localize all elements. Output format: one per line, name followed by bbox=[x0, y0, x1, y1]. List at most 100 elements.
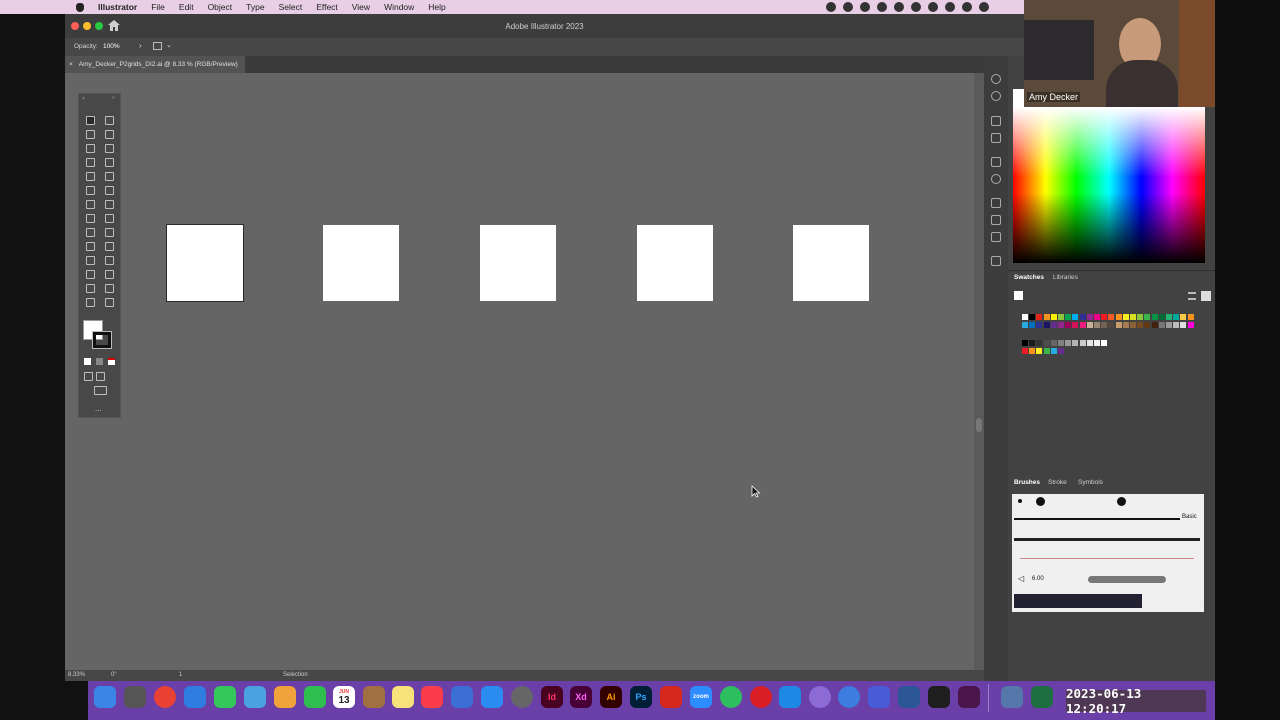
swatch[interactable] bbox=[1101, 314, 1108, 320]
swatch[interactable] bbox=[1101, 322, 1108, 328]
search-icon[interactable] bbox=[979, 2, 989, 12]
scroll-thumb[interactable] bbox=[976, 418, 982, 432]
creative-cloud-icon[interactable] bbox=[826, 2, 836, 12]
export-icon[interactable] bbox=[991, 256, 1001, 266]
rotation-value[interactable]: 0° bbox=[111, 672, 117, 678]
canvas[interactable] bbox=[65, 73, 974, 670]
downloads-icon[interactable] bbox=[1001, 686, 1023, 708]
swatch[interactable] bbox=[1094, 314, 1100, 320]
shape-builder-tool-icon[interactable] bbox=[86, 228, 95, 237]
xd-icon[interactable]: Xd bbox=[570, 686, 592, 708]
swatch[interactable] bbox=[1072, 314, 1079, 320]
brush-calligraphic-stroke[interactable] bbox=[1088, 576, 1166, 583]
none-mode-icon[interactable] bbox=[108, 358, 115, 365]
swatch[interactable] bbox=[1058, 314, 1064, 320]
zoom-tool-icon[interactable] bbox=[105, 298, 114, 307]
brush-dot-xl[interactable] bbox=[1117, 497, 1126, 506]
transform-icon[interactable] bbox=[991, 215, 1001, 225]
shaper-tool-icon[interactable] bbox=[86, 186, 95, 195]
swatch[interactable] bbox=[1022, 340, 1028, 346]
transparency-icon[interactable] bbox=[991, 174, 1001, 184]
menu-view[interactable]: View bbox=[352, 2, 370, 12]
swatch[interactable] bbox=[1086, 314, 1093, 320]
illustrator-icon[interactable]: Ai bbox=[600, 686, 622, 708]
swatch[interactable] bbox=[1173, 314, 1180, 320]
notes-icon[interactable] bbox=[392, 686, 414, 708]
scale-tool-icon[interactable] bbox=[105, 200, 114, 209]
swatch[interactable] bbox=[1137, 322, 1144, 328]
swatch-fill-indicator[interactable] bbox=[1014, 291, 1023, 300]
artboard-tool-icon[interactable] bbox=[86, 284, 95, 293]
opacity-value[interactable]: 100% bbox=[103, 43, 120, 50]
zoom-app-icon[interactable]: zoom bbox=[690, 686, 712, 708]
swatch[interactable] bbox=[1101, 340, 1108, 346]
excel-icon[interactable] bbox=[1031, 686, 1053, 708]
swatch[interactable] bbox=[1122, 314, 1129, 320]
swatch[interactable] bbox=[1130, 322, 1136, 328]
swatch[interactable] bbox=[1180, 322, 1187, 328]
swatch[interactable] bbox=[1180, 314, 1187, 320]
swatch[interactable] bbox=[1050, 348, 1057, 354]
artboard-2[interactable] bbox=[322, 224, 400, 302]
zoom-level[interactable]: 8.33% bbox=[68, 672, 85, 678]
swatch[interactable] bbox=[1115, 322, 1122, 328]
perspective-grid-tool-icon[interactable] bbox=[105, 228, 114, 237]
list-view-icon[interactable] bbox=[1188, 292, 1196, 300]
swatch[interactable] bbox=[1058, 340, 1064, 346]
gradient-mode-icon[interactable] bbox=[96, 358, 103, 365]
screen-mode-icon[interactable] bbox=[94, 386, 107, 395]
system-settings-icon[interactable] bbox=[511, 686, 533, 708]
browser-icon[interactable] bbox=[809, 686, 831, 708]
menu-help[interactable]: Help bbox=[428, 2, 445, 12]
facetime-icon[interactable] bbox=[304, 686, 326, 708]
magic-wand-tool-icon[interactable] bbox=[86, 130, 95, 139]
word-icon[interactable] bbox=[898, 686, 920, 708]
swatch[interactable] bbox=[1144, 322, 1151, 328]
rectangle-tool-icon[interactable] bbox=[86, 172, 95, 181]
swatch[interactable] bbox=[1022, 314, 1028, 320]
sound-icon[interactable] bbox=[945, 2, 955, 12]
swatch[interactable] bbox=[1094, 340, 1100, 346]
toolbox-collapse-icon[interactable]: » bbox=[112, 95, 115, 101]
chrome-icon[interactable] bbox=[154, 686, 176, 708]
draw-mode-icon[interactable] bbox=[84, 372, 93, 381]
gradient-tool-icon[interactable] bbox=[105, 242, 114, 251]
swatch[interactable] bbox=[1029, 340, 1036, 346]
swatch[interactable] bbox=[1094, 322, 1100, 328]
tab-stroke[interactable]: Stroke bbox=[1048, 479, 1067, 486]
acrobat-icon[interactable] bbox=[660, 686, 682, 708]
align-icon[interactable] bbox=[991, 198, 1001, 208]
swatch[interactable] bbox=[1108, 314, 1115, 320]
menu-file[interactable]: File bbox=[151, 2, 165, 12]
wifi-icon[interactable] bbox=[962, 2, 972, 12]
graphic-styles-icon[interactable] bbox=[991, 133, 1001, 143]
type-tool-icon[interactable] bbox=[86, 158, 95, 167]
rotate-tool-icon[interactable] bbox=[86, 200, 95, 209]
swatch[interactable] bbox=[1036, 340, 1043, 346]
swatch[interactable] bbox=[1029, 348, 1036, 354]
chat-icon[interactable] bbox=[860, 2, 870, 12]
color-guide-icon[interactable] bbox=[991, 74, 1001, 84]
color-mode-icon[interactable] bbox=[84, 358, 91, 365]
swatch[interactable] bbox=[1072, 322, 1079, 328]
swatch[interactable] bbox=[1187, 322, 1194, 328]
brush-basic-stroke[interactable] bbox=[1014, 518, 1180, 520]
selection-tool-icon[interactable] bbox=[86, 116, 95, 125]
swatch[interactable] bbox=[1029, 314, 1036, 320]
brush-charcoal-stroke[interactable] bbox=[1014, 538, 1200, 541]
launchpad-icon[interactable] bbox=[124, 686, 146, 708]
document-tab[interactable]: × Amy_Decker_P2grids_DI2.ai @ 8.33 % (RG… bbox=[65, 56, 245, 73]
music-icon[interactable] bbox=[421, 686, 443, 708]
finder-icon[interactable] bbox=[94, 686, 116, 708]
artboard-5[interactable] bbox=[792, 224, 870, 302]
tab-brushes[interactable]: Brushes bbox=[1014, 479, 1040, 486]
swatch[interactable] bbox=[1065, 322, 1072, 328]
photoshop-icon[interactable]: Ps bbox=[630, 686, 652, 708]
swatch[interactable] bbox=[1144, 314, 1151, 320]
menu-window[interactable]: Window bbox=[384, 2, 414, 12]
swatch[interactable] bbox=[1043, 314, 1050, 320]
swatch[interactable] bbox=[1043, 322, 1050, 328]
swatch[interactable] bbox=[1079, 322, 1086, 328]
direct-selection-tool-icon[interactable] bbox=[105, 116, 114, 125]
swatch[interactable] bbox=[1166, 314, 1172, 320]
